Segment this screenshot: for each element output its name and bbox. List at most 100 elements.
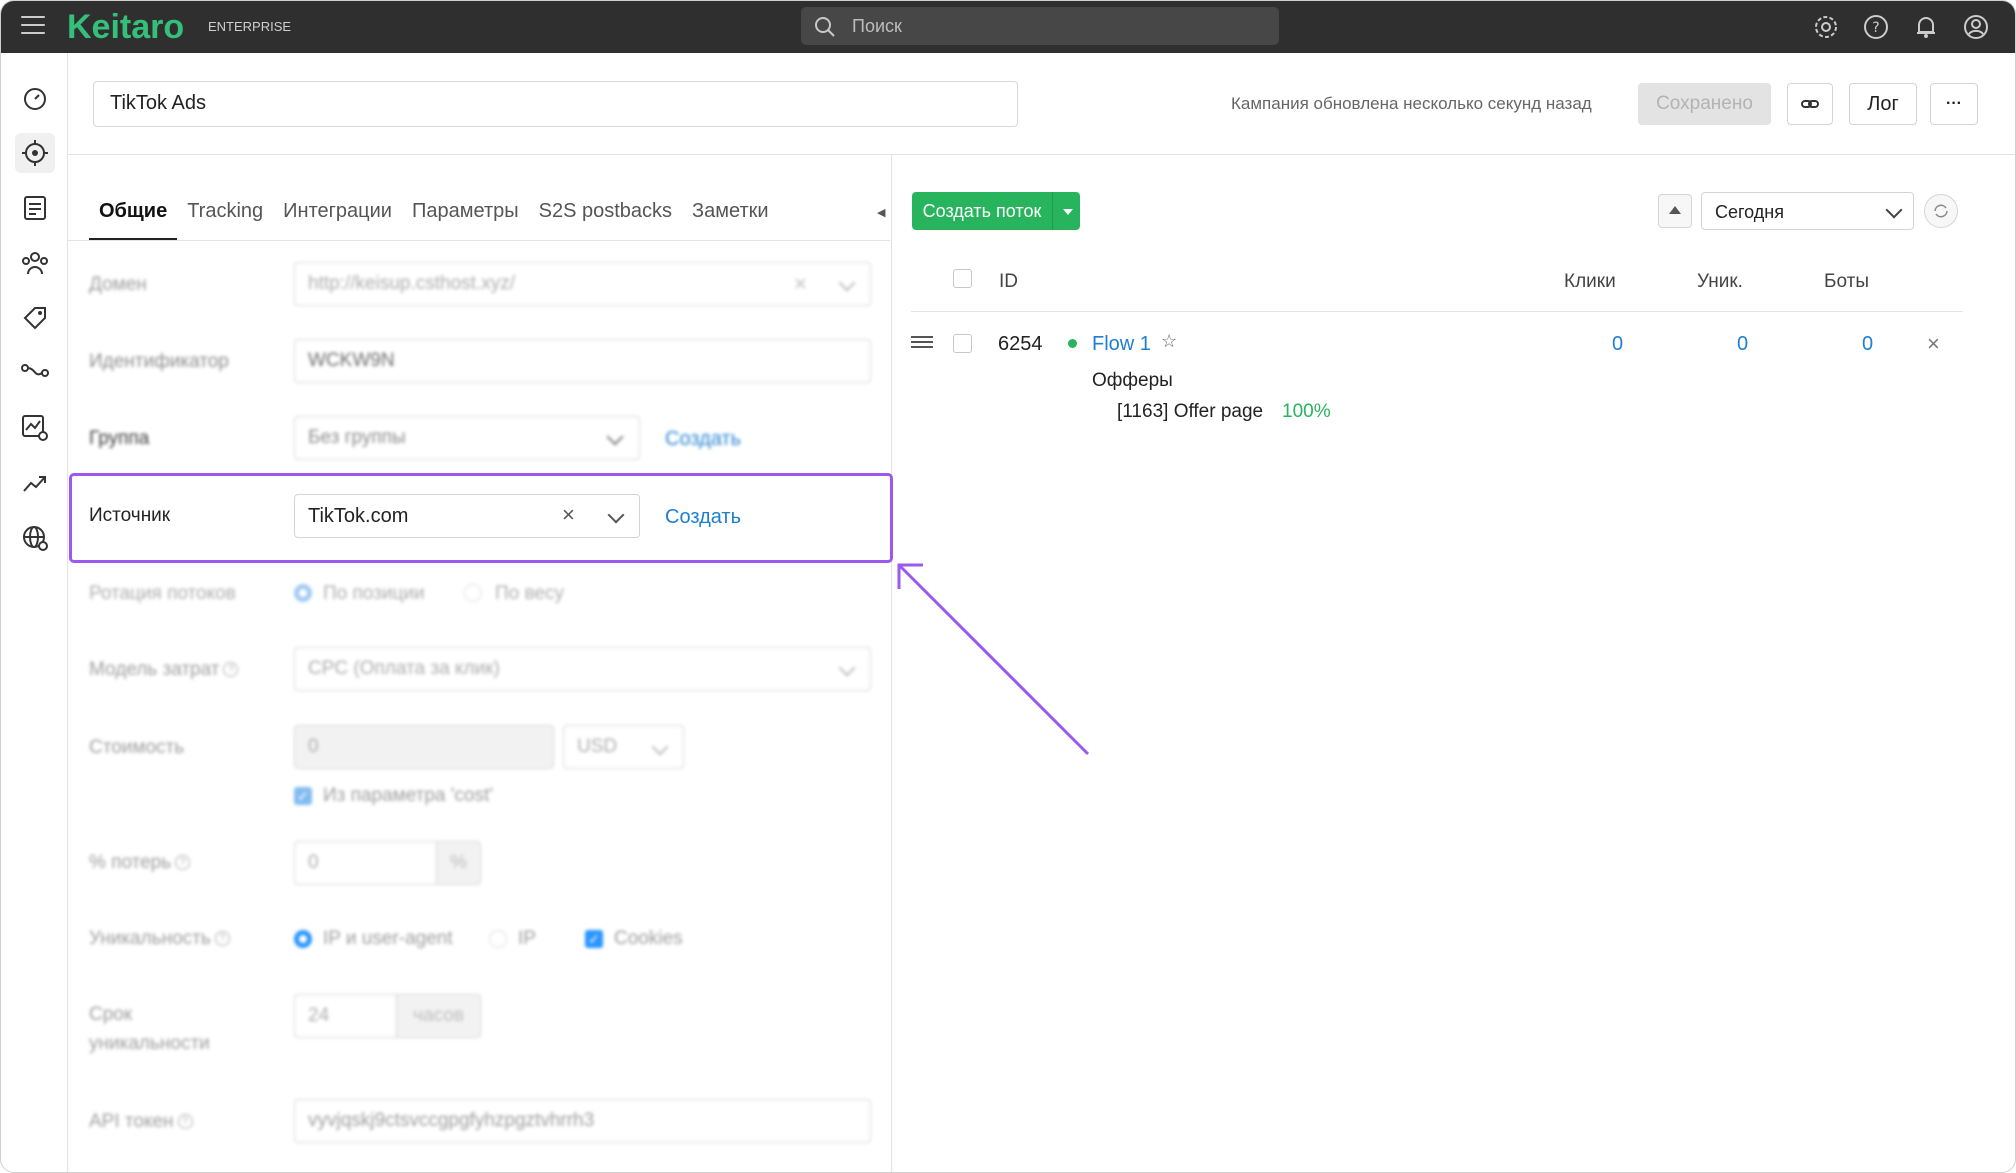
create-flow-label: Создать поток (922, 201, 1042, 221)
sidebar (1, 53, 68, 1172)
offer-name[interactable]: [1163] Offer page (1117, 401, 1263, 423)
help-icon[interactable]: ? (223, 662, 239, 678)
flow-name-link[interactable]: Flow 1 (1092, 333, 1151, 356)
bell-icon[interactable] (1913, 14, 1939, 40)
uniqueness-label: Уникальность? (89, 928, 230, 950)
cost-model-label: Модель затрат? (89, 659, 239, 681)
loss-unit: % (436, 841, 481, 885)
collapse-button[interactable] (1658, 194, 1692, 228)
select-all-checkbox[interactable] (953, 269, 972, 288)
tab-parameters[interactable]: Параметры (402, 197, 529, 241)
tab-bar: Общие Tracking Интеграции Параметры S2S … (89, 197, 779, 241)
cost-value: 0 (308, 736, 319, 757)
delete-flow-icon[interactable]: × (1927, 331, 1940, 357)
edition-label: ENTERPRISE (208, 19, 292, 34)
uniq-ip-ua-radio[interactable] (294, 930, 312, 948)
group-value: Без группы (308, 427, 406, 448)
highlight-frame (69, 473, 893, 563)
cost-model-select[interactable]: CPC (Оплата за клик) (294, 647, 871, 691)
uniq-ip-radio[interactable] (489, 930, 507, 948)
annotation-arrow (897, 563, 1090, 756)
star-icon[interactable]: ☆ (1161, 331, 1177, 352)
help-icon[interactable]: ? (177, 1114, 193, 1130)
link-icon (1801, 100, 1819, 108)
tab-notes[interactable]: Заметки (682, 197, 779, 241)
divider (911, 311, 1963, 312)
flow-clicks[interactable]: 0 (1612, 333, 1623, 356)
help-icon[interactable]: ? (1863, 14, 1889, 40)
api-token-field[interactable]: vyvjqskj9ctsvccgpgfyhzpgztvhrrh3 (294, 1099, 871, 1143)
period-select[interactable]: Сегодня (1701, 192, 1914, 230)
domain-value: http://keisup.csthost.xyz/ (308, 273, 515, 294)
domains-icon[interactable] (15, 518, 55, 558)
help-icon[interactable]: ? (214, 931, 230, 947)
create-group-link[interactable]: Создать (665, 428, 741, 451)
uniq-ip-ua-label: IP и user-agent (323, 928, 453, 949)
collapse-panel-icon[interactable]: ◀ (877, 206, 885, 219)
api-token-value: vyvjqskj9ctsvccgpgfyhzpgztvhrrh3 (308, 1110, 595, 1131)
rotation-position-label: По позиции (323, 583, 425, 604)
tab-general[interactable]: Общие (89, 197, 178, 241)
search-placeholder: Поиск (852, 16, 902, 36)
cost-from-param-checkbox[interactable]: ✓ (294, 787, 312, 805)
uniq-term-field[interactable]: 24 (294, 994, 396, 1038)
uniq-term-value: 24 (308, 1005, 330, 1026)
row-checkbox[interactable] (953, 334, 972, 353)
search-input[interactable]: Поиск (801, 7, 1279, 45)
tab-s2s-postbacks[interactable]: S2S postbacks (529, 197, 682, 241)
loss-field[interactable]: 0 (294, 841, 436, 885)
user-icon[interactable] (1963, 14, 1989, 40)
reports-icon[interactable] (15, 408, 55, 448)
help-icon[interactable]: ? (175, 855, 191, 871)
logo[interactable]: Keitaro (67, 8, 184, 47)
flows-icon[interactable] (15, 353, 55, 393)
uniq-cookies-checkbox[interactable]: ✓ (585, 930, 603, 948)
settings-icon[interactable] (1813, 14, 1839, 40)
uniq-term-label-2: уникальности (89, 1033, 210, 1054)
campaign-name-input[interactable]: TikTok Ads (93, 81, 1018, 127)
dashboard-icon[interactable] (15, 79, 55, 119)
divider (68, 154, 2015, 155)
cost-from-param-label: Из параметра 'cost' (323, 785, 493, 806)
refresh-button[interactable] (1924, 194, 1958, 228)
col-uniq[interactable]: Уник. (1697, 271, 1743, 293)
identifier-field[interactable]: WCKW9N (294, 339, 871, 383)
group-select[interactable]: Без группы (294, 416, 640, 460)
create-flow-dropdown-icon[interactable] (1052, 192, 1080, 230)
offers-icon[interactable] (15, 298, 55, 338)
uniq-cookies-label: Cookies (614, 928, 683, 949)
saved-button[interactable]: Сохранено (1638, 83, 1771, 125)
col-clicks[interactable]: Клики (1564, 271, 1616, 293)
uniq-term-label: Срок (89, 1004, 133, 1025)
campaigns-icon[interactable] (15, 133, 55, 173)
status-dot (1068, 339, 1077, 348)
trends-icon[interactable] (15, 463, 55, 503)
landing-pages-icon[interactable] (15, 188, 55, 228)
flow-uniq[interactable]: 0 (1737, 333, 1748, 356)
cost-field[interactable]: 0 (294, 725, 554, 769)
loss-value: 0 (308, 852, 319, 873)
api-token-label: API токен? (89, 1111, 193, 1133)
tab-tracking[interactable]: Tracking (177, 197, 273, 241)
flow-bots[interactable]: 0 (1862, 333, 1873, 356)
rotation-weight-radio[interactable] (464, 584, 482, 602)
refresh-icon (1934, 204, 1948, 218)
clear-icon[interactable]: × (794, 271, 807, 297)
link-button[interactable] (1787, 83, 1833, 125)
currency-value: USD (577, 736, 618, 757)
col-bots[interactable]: Боты (1824, 271, 1869, 293)
log-button[interactable]: Лог (1849, 83, 1917, 125)
col-id[interactable]: ID (999, 271, 1018, 293)
cost-model-value: CPC (Оплата за клик) (308, 658, 500, 679)
domain-select[interactable]: http://keisup.csthost.xyz/ (294, 262, 871, 306)
more-button[interactable]: ··· (1930, 83, 1978, 125)
users-icon[interactable] (15, 243, 55, 283)
domain-label: Домен (89, 274, 147, 295)
tab-integrations[interactable]: Интеграции (273, 197, 402, 241)
offers-label: Офферы (1092, 370, 1173, 391)
menu-icon[interactable] (21, 16, 45, 36)
rotation-position-radio[interactable] (294, 584, 312, 602)
offer-share: 100% (1282, 401, 1331, 422)
create-flow-button[interactable]: Создать поток (912, 192, 1080, 230)
drag-handle-icon[interactable] (911, 335, 933, 349)
